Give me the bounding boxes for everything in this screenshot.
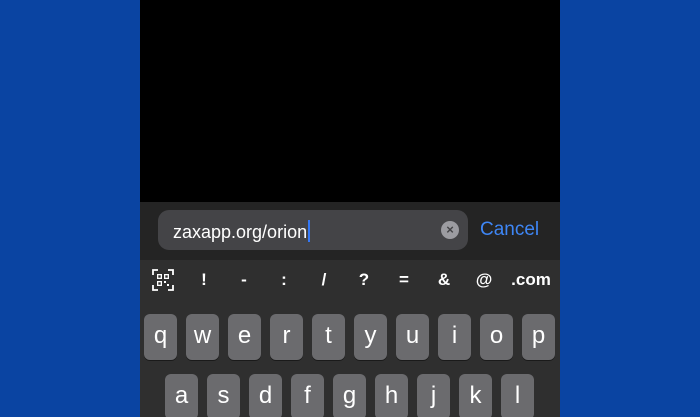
cancel-button[interactable]: Cancel bbox=[480, 219, 539, 241]
address-field[interactable]: zaxapp.org/orion × bbox=[158, 210, 468, 250]
address-input-text[interactable]: zaxapp.org/orion bbox=[173, 220, 311, 242]
key-g[interactable]: g bbox=[333, 374, 366, 417]
clear-text-button[interactable]: × bbox=[441, 221, 459, 239]
shortcut-key[interactable]: = bbox=[392, 269, 416, 291]
key-e[interactable]: e bbox=[228, 314, 261, 360]
shortcut-row: ! - : / ? = & @ .com bbox=[140, 260, 560, 302]
key-d[interactable]: d bbox=[249, 374, 282, 417]
key-a[interactable]: a bbox=[165, 374, 198, 417]
key-o[interactable]: o bbox=[480, 314, 513, 360]
key-k[interactable]: k bbox=[459, 374, 492, 417]
shortcut-key[interactable]: : bbox=[272, 269, 296, 291]
qr-scan-icon[interactable] bbox=[152, 269, 174, 291]
shortcut-key[interactable]: @ bbox=[472, 269, 496, 291]
address-bar-row: zaxapp.org/orion × Cancel bbox=[140, 202, 560, 260]
key-s[interactable]: s bbox=[207, 374, 240, 417]
key-r[interactable]: r bbox=[270, 314, 303, 360]
phone-screen: zaxapp.org/orion × Cancel ! -: / ? = & … bbox=[140, 0, 560, 417]
key-w[interactable]: w bbox=[186, 314, 219, 360]
dotcom-key[interactable]: .com bbox=[506, 269, 556, 291]
key-f[interactable]: f bbox=[291, 374, 324, 417]
key-p[interactable]: p bbox=[522, 314, 555, 360]
key-q[interactable]: q bbox=[144, 314, 177, 360]
shortcut-key[interactable]: ? bbox=[352, 269, 376, 291]
key-y[interactable]: y bbox=[354, 314, 387, 360]
key-u[interactable]: u bbox=[396, 314, 429, 360]
shortcut-key[interactable]: ! bbox=[192, 269, 216, 291]
shortcut-key[interactable]: - bbox=[232, 269, 256, 291]
web-content-area bbox=[140, 0, 560, 202]
key-j[interactable]: j bbox=[417, 374, 450, 417]
shortcut-key[interactable]: / bbox=[312, 269, 336, 291]
keyboard: ! - : / ? = & @ .com q w e r t y u i o p… bbox=[140, 260, 560, 417]
key-l[interactable]: l bbox=[501, 374, 534, 417]
text-caret bbox=[308, 220, 311, 242]
key-t[interactable]: t bbox=[312, 314, 345, 360]
key-i[interactable]: i bbox=[438, 314, 471, 360]
key-h[interactable]: h bbox=[375, 374, 408, 417]
shortcut-key[interactable]: & bbox=[432, 269, 456, 291]
